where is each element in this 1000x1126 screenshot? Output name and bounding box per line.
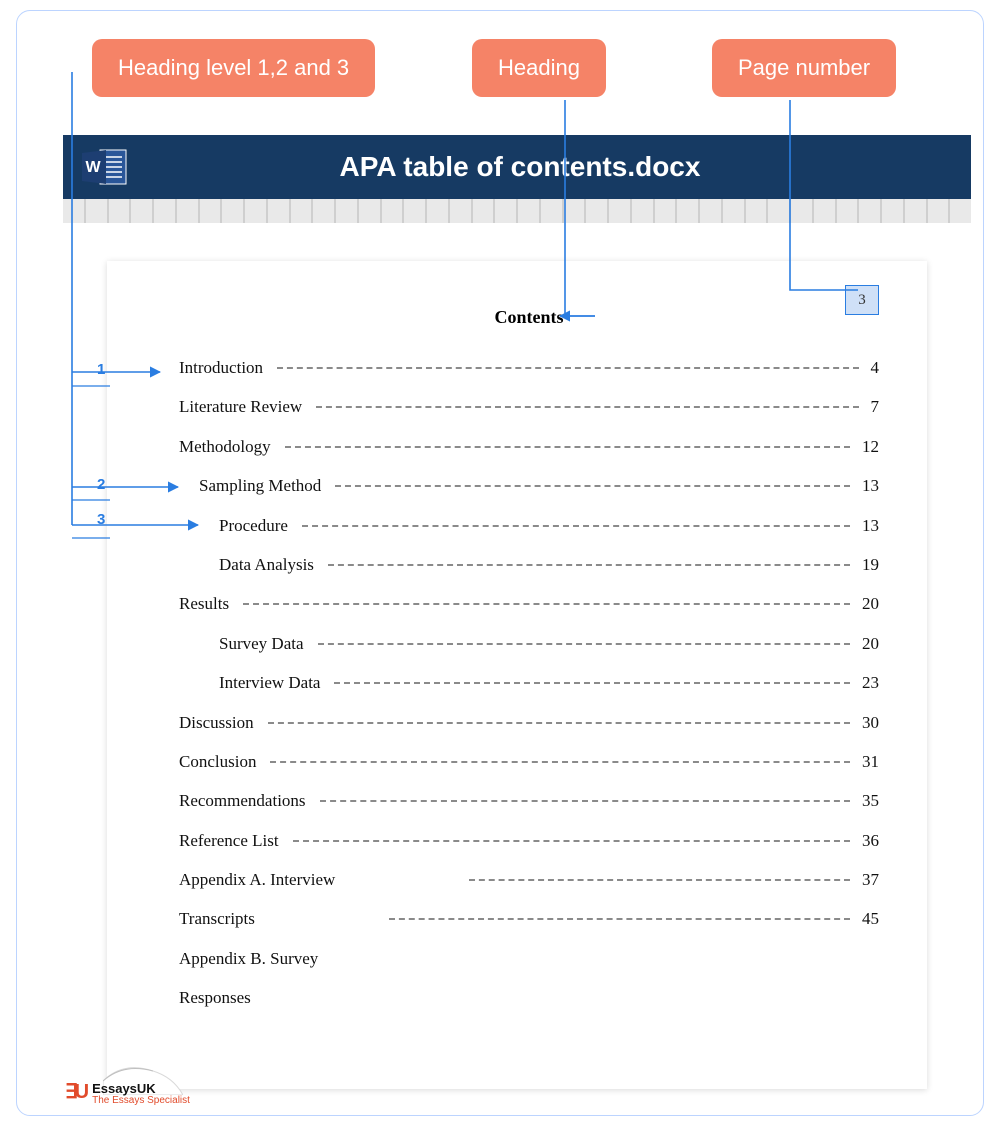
toc-entry-label: Methodology xyxy=(179,437,279,457)
toc-row: Literature Review 7 xyxy=(179,397,879,417)
toc-row: Appendix A. Interview 37 xyxy=(179,870,879,890)
ruler xyxy=(63,199,971,223)
brand-tagline: The Essays Specialist xyxy=(92,1095,190,1107)
toc-row: Interview Data 23 xyxy=(179,673,879,693)
toc-entry-page: 37 xyxy=(856,870,879,890)
toc-row: Results 20 xyxy=(179,594,879,614)
table-of-contents: Introduction 4 Literature Review 7 Methodolo… xyxy=(179,358,879,1009)
toc-row: Transcripts 45 xyxy=(179,909,879,929)
toc-entry-label: Appendix B. Survey xyxy=(179,949,326,969)
callout-heading: Heading xyxy=(472,39,606,97)
toc-row: Survey Data 20 xyxy=(179,634,879,654)
toc-row: Recommendations 35 xyxy=(179,791,879,811)
toc-entry-label: Data Analysis xyxy=(179,555,322,575)
toc-entry-label: Introduction xyxy=(179,358,271,378)
toc-entry-page: 31 xyxy=(856,752,879,772)
level-marker-3: 3 xyxy=(97,511,105,528)
toc-entry-label: Literature Review xyxy=(179,397,310,417)
toc-entry-label: Survey Data xyxy=(179,634,312,654)
toc-entry-label: Responses xyxy=(179,988,259,1008)
toc-entry-label: Sampling Method xyxy=(179,476,329,496)
toc-row: Methodology 12 xyxy=(179,437,879,457)
toc-row: Data Analysis 19 xyxy=(179,555,879,575)
toc-row: Responses xyxy=(179,988,879,1008)
toc-entry-page: 23 xyxy=(856,673,879,693)
toc-entry-page: 20 xyxy=(856,634,879,654)
document-page: 3 Contents Introduction 4 Literature Revie… xyxy=(107,261,927,1089)
svg-text:W: W xyxy=(85,159,101,176)
callout-heading-levels: Heading level 1,2 and 3 xyxy=(92,39,375,97)
level-marker-1: 1 xyxy=(97,361,105,378)
toc-entry-label: Procedure xyxy=(179,516,296,536)
brand-logo: ∃U EssaysUK The Essays Specialist xyxy=(65,1082,190,1107)
toc-row: Sampling Method 13 xyxy=(179,476,879,496)
toc-entry-page: 20 xyxy=(856,594,879,614)
toc-row: Procedure 13 xyxy=(179,516,879,536)
toc-entry-page: 45 xyxy=(856,909,879,929)
toc-entry-label: Recommendations xyxy=(179,791,314,811)
toc-entry-page: 36 xyxy=(856,831,879,851)
toc-entry-label: Interview Data xyxy=(179,673,328,693)
toc-row: Discussion 30 xyxy=(179,713,879,733)
contents-heading: Contents xyxy=(179,307,879,328)
toc-entry-page: 19 xyxy=(856,555,879,575)
toc-entry-page: 4 xyxy=(865,358,880,378)
titlebar: W APA table of contents.docx xyxy=(63,135,971,199)
toc-row: Reference List 36 xyxy=(179,831,879,851)
toc-entry-page: 30 xyxy=(856,713,879,733)
toc-entry-page: 13 xyxy=(856,476,879,496)
document-filename: APA table of contents.docx xyxy=(129,151,911,183)
toc-row: Appendix B. Survey xyxy=(179,949,879,969)
toc-entry-page: 12 xyxy=(856,437,879,457)
toc-entry-page: 7 xyxy=(865,397,880,417)
word-app-icon: W xyxy=(81,147,129,187)
level-marker-2: 2 xyxy=(97,476,105,493)
toc-entry-label: Results xyxy=(179,594,237,614)
outer-frame: Heading level 1,2 and 3 Heading Page num… xyxy=(16,10,984,1116)
brand-mark: ∃U xyxy=(65,1082,86,1102)
toc-entry-page: 35 xyxy=(856,791,879,811)
page-number-box: 3 xyxy=(845,285,879,315)
toc-row: Conclusion 31 xyxy=(179,752,879,772)
toc-row: Introduction 4 xyxy=(179,358,879,378)
toc-entry-page: 13 xyxy=(856,516,879,536)
toc-entry-label: Discussion xyxy=(179,713,262,733)
toc-entry-label: Appendix A. Interview xyxy=(179,870,343,890)
toc-entry-label: Conclusion xyxy=(179,752,264,772)
toc-entry-label: Transcripts xyxy=(179,909,263,929)
callout-page-number: Page number xyxy=(712,39,896,97)
toc-entry-label: Reference List xyxy=(179,831,287,851)
brand-name: EssaysUK xyxy=(92,1082,190,1095)
